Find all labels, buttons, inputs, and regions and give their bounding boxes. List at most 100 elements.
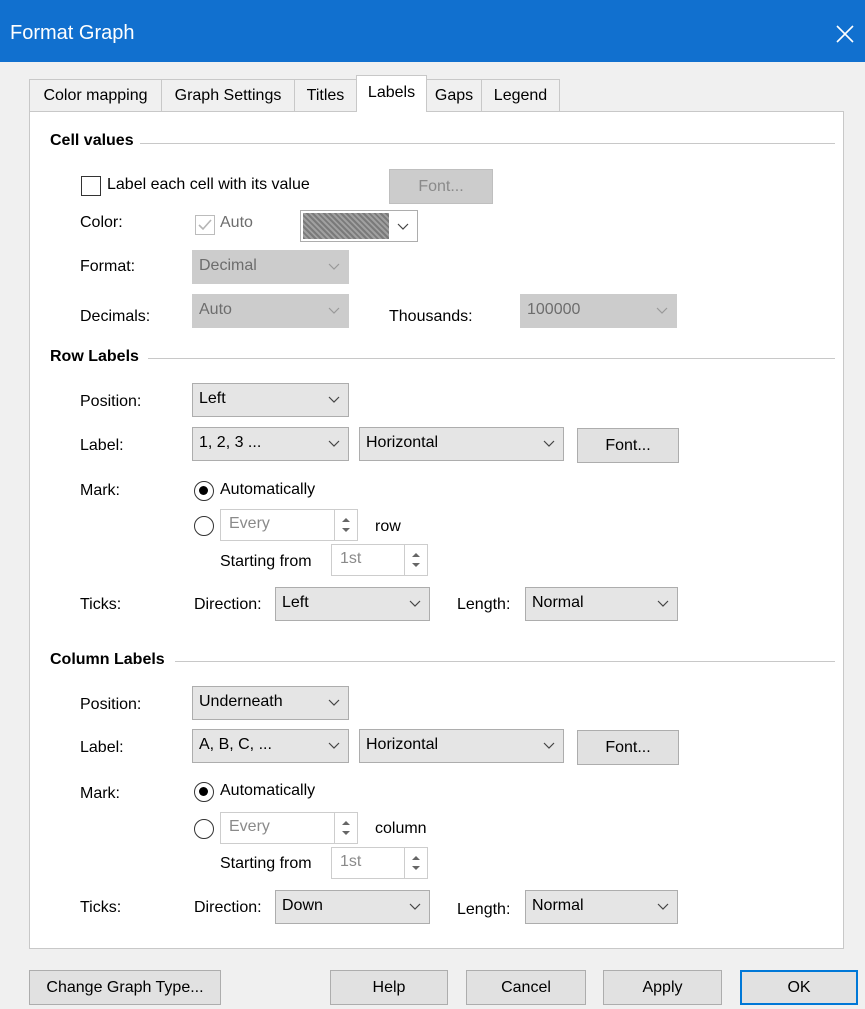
spin-up-down-icon — [342, 518, 350, 532]
format-value: Decimal — [199, 257, 257, 274]
column-orientation-select[interactable]: Horizontal — [359, 729, 564, 763]
spinner-arrows[interactable] — [404, 545, 427, 575]
chevron-down-icon — [397, 223, 409, 230]
spinner-arrows[interactable] — [334, 510, 357, 540]
column-length-label: Length: — [457, 901, 511, 918]
column-position-value: Underneath — [199, 693, 283, 710]
decimals-label: Decimals: — [80, 308, 151, 325]
help-button[interactable]: Help — [330, 970, 448, 1005]
row-font-button[interactable]: Font... — [577, 428, 679, 463]
row-mark-every-radio[interactable] — [194, 516, 214, 536]
tab-titles[interactable]: Titles — [294, 79, 357, 111]
cell-font-button[interactable]: Font... — [389, 169, 493, 204]
column-starting-value: 1st — [340, 853, 362, 870]
row-label-label: Label: — [80, 437, 124, 454]
chevron-down-icon — [657, 600, 669, 607]
row-position-select[interactable]: Left — [192, 383, 349, 417]
spin-up-down-icon — [412, 553, 420, 567]
ok-button[interactable]: OK — [740, 970, 858, 1005]
apply-button[interactable]: Apply — [603, 970, 722, 1005]
column-mark-auto-label: Automatically — [220, 782, 316, 799]
column-starting-label: Starting from — [220, 855, 312, 872]
radio-dot — [199, 787, 208, 796]
row-mark-label: Mark: — [80, 482, 120, 499]
chevron-down-icon — [328, 396, 340, 403]
spin-up-down-icon — [412, 856, 420, 870]
column-every-value: Every — [229, 818, 270, 835]
column-labels-heading: Column Labels — [50, 651, 171, 669]
row-orientation-value: Horizontal — [366, 434, 439, 451]
tab-graph-settings[interactable]: Graph Settings — [161, 79, 295, 111]
column-starting-spinner[interactable]: 1st — [331, 847, 428, 879]
chevron-down-icon — [328, 699, 340, 706]
spin-up-down-icon — [342, 821, 350, 835]
row-orientation-select[interactable]: Horizontal — [359, 427, 564, 461]
row-direction-value: Left — [282, 594, 309, 611]
row-position-value: Left — [199, 390, 226, 407]
row-ticks-label: Ticks: — [80, 596, 122, 613]
chevron-down-icon — [328, 263, 340, 270]
column-direction-select[interactable]: Down — [275, 890, 430, 924]
spinner-arrows[interactable] — [334, 813, 357, 843]
change-graph-type-button[interactable]: Change Graph Type... — [29, 970, 221, 1005]
row-direction-select[interactable]: Left — [275, 587, 430, 621]
close-button[interactable] — [825, 14, 865, 54]
cell-values-heading: Cell values — [50, 132, 140, 150]
column-length-value: Normal — [532, 897, 584, 914]
row-label-select[interactable]: 1, 2, 3 ... — [192, 427, 349, 461]
auto-color-label: Auto — [220, 214, 253, 231]
row-mark-auto-label: Automatically — [220, 481, 316, 498]
format-select[interactable]: Decimal — [192, 250, 349, 284]
auto-color-checkbox[interactable] — [195, 215, 215, 235]
label-cells-checkbox[interactable] — [81, 176, 101, 196]
column-every-spinner[interactable]: Every — [220, 812, 358, 844]
chevron-down-icon — [409, 600, 421, 607]
column-length-select[interactable]: Normal — [525, 890, 678, 924]
column-position-select[interactable]: Underneath — [192, 686, 349, 720]
chevron-down-icon — [328, 742, 340, 749]
column-position-label: Position: — [80, 696, 142, 713]
tab-legend[interactable]: Legend — [481, 79, 560, 111]
row-starting-spinner[interactable]: 1st — [331, 544, 428, 576]
tab-gaps[interactable]: Gaps — [426, 79, 482, 111]
chevron-down-icon — [543, 440, 555, 447]
column-mark-label: Mark: — [80, 785, 120, 802]
chevron-down-icon — [657, 903, 669, 910]
column-every-unit: column — [375, 820, 427, 837]
column-mark-every-radio[interactable] — [194, 819, 214, 839]
close-icon — [836, 25, 854, 43]
decimals-select[interactable]: Auto — [192, 294, 349, 328]
row-every-value: Every — [229, 515, 270, 532]
column-label-select[interactable]: A, B, C, ... — [192, 729, 349, 763]
chevron-down-icon — [656, 307, 668, 314]
column-ticks-label: Ticks: — [80, 899, 122, 916]
row-length-select[interactable]: Normal — [525, 587, 678, 621]
section-divider — [140, 143, 835, 144]
row-length-label: Length: — [457, 596, 511, 613]
column-orientation-value: Horizontal — [366, 736, 439, 753]
row-mark-auto-radio[interactable] — [194, 481, 214, 501]
label-cells-label: Label each cell with its value — [107, 176, 310, 193]
column-direction-value: Down — [282, 897, 323, 914]
row-direction-label: Direction: — [194, 596, 262, 613]
spinner-arrows[interactable] — [404, 848, 427, 878]
section-divider — [175, 661, 835, 662]
row-length-value: Normal — [532, 594, 584, 611]
tab-labels[interactable]: Labels — [356, 75, 427, 112]
row-label-value: 1, 2, 3 ... — [199, 434, 262, 451]
row-every-unit: row — [375, 518, 401, 535]
thousands-label: Thousands: — [389, 308, 473, 325]
section-divider — [148, 358, 835, 359]
column-label-value: A, B, C, ... — [199, 736, 272, 753]
column-font-button[interactable]: Font... — [577, 730, 679, 765]
row-labels-heading: Row Labels — [50, 348, 145, 366]
cancel-button[interactable]: Cancel — [466, 970, 586, 1005]
thousands-value: 100000 — [527, 301, 581, 318]
row-every-spinner[interactable]: Every — [220, 509, 358, 541]
title-bar: Format Graph — [0, 0, 865, 62]
chevron-down-icon — [409, 903, 421, 910]
thousands-select[interactable]: 100000 — [520, 294, 677, 328]
column-mark-auto-radio[interactable] — [194, 782, 214, 802]
color-picker[interactable] — [300, 210, 418, 242]
tab-color-mapping[interactable]: Color mapping — [29, 79, 162, 111]
